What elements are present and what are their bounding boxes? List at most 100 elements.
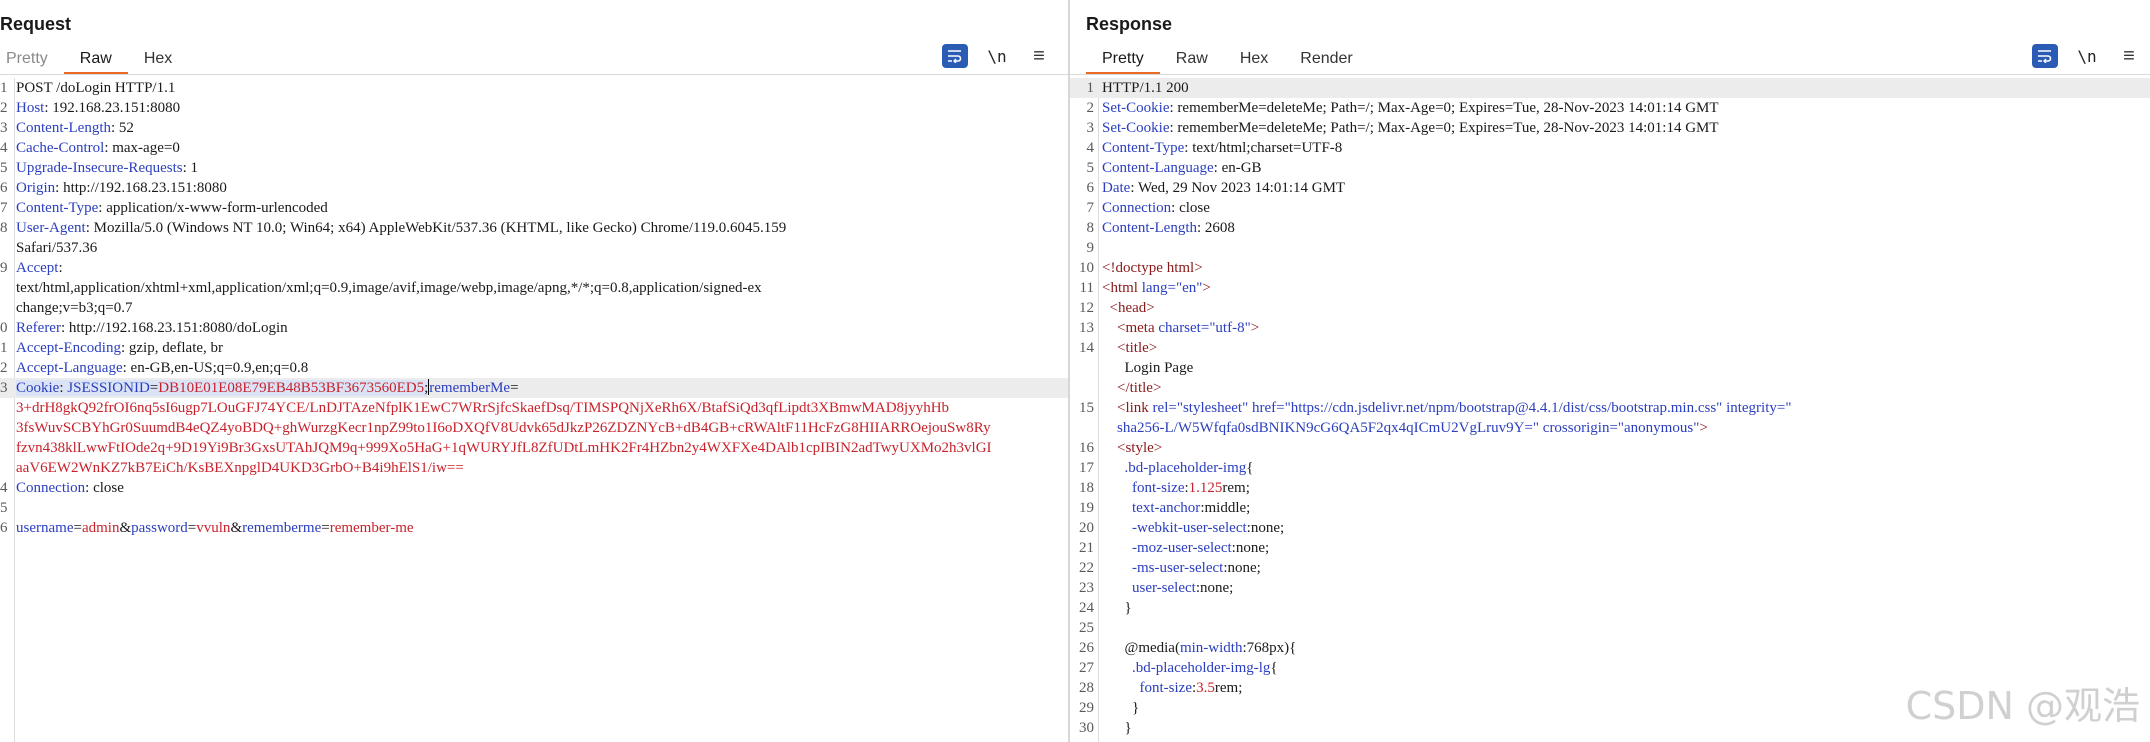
request-editor[interactable]: 1 POST /doLogin HTTP/1.1 2 Host: 192.168.23… bbox=[0, 78, 1068, 742]
html-token: <meta bbox=[1117, 320, 1159, 336]
wrap-lines-icon bbox=[948, 50, 962, 63]
line-content: sha256-L/W5Wfqfa0sdBNIKN9cG6QA5F2qx4qICm… bbox=[1102, 418, 1708, 438]
line-content: font-size:1.125rem; bbox=[1102, 478, 1250, 498]
line-number: 22 bbox=[1079, 560, 1094, 576]
line-number: 5 bbox=[1086, 160, 1095, 176]
html-token: { bbox=[1246, 460, 1254, 476]
code-line: 5 Content-Language: en-GB bbox=[1070, 158, 2150, 178]
line-content: Accept-Language: en-GB,en-US;q=0.9,en;q=… bbox=[16, 358, 308, 378]
html-token: "anonymous" bbox=[1617, 420, 1700, 436]
response-tab-pretty[interactable]: Pretty bbox=[1086, 46, 1160, 75]
html-token: -ms-user-select bbox=[1132, 560, 1224, 576]
line-number: 6 bbox=[0, 520, 8, 536]
response-tab-raw[interactable]: Raw bbox=[1160, 46, 1224, 72]
code-line: 3+drH8gkQ92frOI6nq5sI6ugp7LOuGFJ74YCE/Ln… bbox=[0, 398, 1068, 418]
header-value: en-GB,en-US;q=0.9,en;q=0.8 bbox=[130, 360, 309, 376]
response-lines: 1 HTTP/1.1 200 2 Set-Cookie: rememberMe=del… bbox=[1070, 78, 2150, 738]
line-number: 30 bbox=[1079, 720, 1094, 736]
header-value: rememberMe=deleteMe; Path=/; Max-Age=0; … bbox=[1177, 100, 1719, 116]
line-content: fzvn438klLwwFtIOde2q+9D19Yi9Br3GxsUTAhJQ… bbox=[16, 438, 992, 458]
equals-sign: = bbox=[187, 520, 197, 536]
html-token: "en" bbox=[1176, 280, 1203, 296]
line-content: Cache-Control: max-age=0 bbox=[16, 138, 180, 158]
request-tab-raw[interactable]: Raw bbox=[63, 46, 128, 75]
response-editor[interactable]: 1 HTTP/1.1 200 2 Set-Cookie: rememberMe=del… bbox=[1070, 78, 2150, 742]
header-name: Accept-Language bbox=[16, 360, 123, 376]
line-number: 8 bbox=[0, 220, 8, 236]
line-content: Safari/537.36 bbox=[16, 238, 97, 258]
line-number: 6 bbox=[1086, 180, 1095, 196]
response-tab-hex[interactable]: Hex bbox=[1224, 46, 1284, 72]
header-separator: : bbox=[182, 160, 191, 176]
line-content: <title> bbox=[1102, 338, 1157, 358]
code-line: 7 Connection: close bbox=[1070, 198, 2150, 218]
code-line: 8 Content-Length: 2608 bbox=[1070, 218, 2150, 238]
header-separator: : bbox=[85, 220, 94, 236]
line-number: 21 bbox=[1079, 540, 1094, 556]
header-value: rememberMe=deleteMe; Path=/; Max-Age=0; … bbox=[1177, 120, 1719, 136]
code-line: 26 @media(min-width:768px){ bbox=[1070, 638, 2150, 658]
header-name: Date bbox=[1102, 180, 1131, 196]
code-line: 17 .bd-placeholder-img{ bbox=[1070, 458, 2150, 478]
html-token: user-select bbox=[1132, 580, 1196, 596]
line-content: Set-Cookie: rememberMe=deleteMe; Path=/;… bbox=[1102, 98, 1719, 118]
response-wrap-lines-button[interactable] bbox=[2032, 44, 2058, 68]
line-content: Content-Length: 2608 bbox=[1102, 218, 1235, 238]
code-line: 8 User-Agent: Mozilla/5.0 (Windows NT 10.… bbox=[0, 218, 1068, 238]
response-tabs: Pretty Raw Hex Render bbox=[1086, 46, 1369, 75]
line-number: 7 bbox=[0, 200, 8, 216]
header-separator: : bbox=[60, 320, 69, 336]
header-value: close bbox=[93, 480, 124, 496]
line-content: username=admin&password=vvuln&rememberme… bbox=[16, 518, 414, 538]
request-show-newlines-button[interactable]: \n bbox=[984, 44, 1010, 68]
html-token: rel= bbox=[1152, 400, 1177, 416]
request-menu-icon[interactable]: ≡ bbox=[1026, 44, 1052, 68]
line-content: Accept-Encoding: gzip, deflate, br bbox=[16, 338, 223, 358]
html-token: <link bbox=[1117, 400, 1153, 416]
html-token: > bbox=[1699, 420, 1708, 436]
jsessionid-key: JSESSIONID bbox=[67, 380, 150, 396]
html-token: font-size bbox=[1139, 680, 1192, 696]
line-content: 3+drH8gkQ92frOI6nq5sI6ugp7LOuGFJ74YCE/Ln… bbox=[16, 398, 949, 418]
header-value: gzip, deflate, br bbox=[128, 340, 224, 356]
line-number: 16 bbox=[1079, 440, 1094, 456]
html-token: crossorigin= bbox=[1542, 420, 1618, 436]
request-wrap-lines-button[interactable] bbox=[942, 44, 968, 68]
html-token: charset= bbox=[1158, 320, 1210, 336]
code-line: 23 user-select:none; bbox=[1070, 578, 2150, 598]
html-token: 3.5 bbox=[1196, 680, 1215, 696]
request-tab-pretty[interactable]: Pretty bbox=[6, 46, 64, 72]
html-token: -webkit-user-select bbox=[1132, 520, 1247, 536]
header-name: Host bbox=[16, 100, 45, 116]
html-token: :none; bbox=[1231, 540, 1270, 556]
html-token: } bbox=[1124, 720, 1132, 736]
jsessionid-value: DB10E01E08E79EB48B53BF3673560ED5 bbox=[158, 380, 425, 396]
header-separator: : bbox=[85, 480, 94, 496]
line-content: Content-Type: application/x-www-form-url… bbox=[16, 198, 328, 218]
line-content: Cookie: JSESSIONID=DB10E01E08E79EB48B53B… bbox=[16, 378, 519, 398]
html-token: <!doctype html> bbox=[1102, 260, 1203, 276]
header-value: 1 bbox=[190, 160, 199, 176]
line-content: Connection: close bbox=[16, 478, 124, 498]
code-line: 5 Upgrade-Insecure-Requests: 1 bbox=[0, 158, 1068, 178]
header-name: Referer bbox=[16, 320, 61, 336]
code-line: 1 HTTP/1.1 200 bbox=[1070, 78, 2150, 98]
header-name: User-Agent bbox=[16, 220, 86, 236]
request-tab-hex[interactable]: Hex bbox=[128, 46, 188, 72]
line-content: change;v=b3;q=0.7 bbox=[16, 298, 132, 318]
line-number: 3 bbox=[0, 380, 8, 396]
code-line: 12 <head> bbox=[1070, 298, 2150, 318]
html-token: :none; bbox=[1223, 560, 1261, 576]
html-token: -moz-user-select bbox=[1132, 540, 1232, 556]
response-menu-icon[interactable]: ≡ bbox=[2116, 44, 2142, 68]
response-show-newlines-button[interactable]: \n bbox=[2074, 44, 2100, 68]
line-number: 14 bbox=[1079, 340, 1094, 356]
code-line: 4 Cache-Control: max-age=0 bbox=[0, 138, 1068, 158]
response-tab-render[interactable]: Render bbox=[1284, 46, 1368, 72]
html-token: "utf-8" bbox=[1209, 320, 1251, 336]
